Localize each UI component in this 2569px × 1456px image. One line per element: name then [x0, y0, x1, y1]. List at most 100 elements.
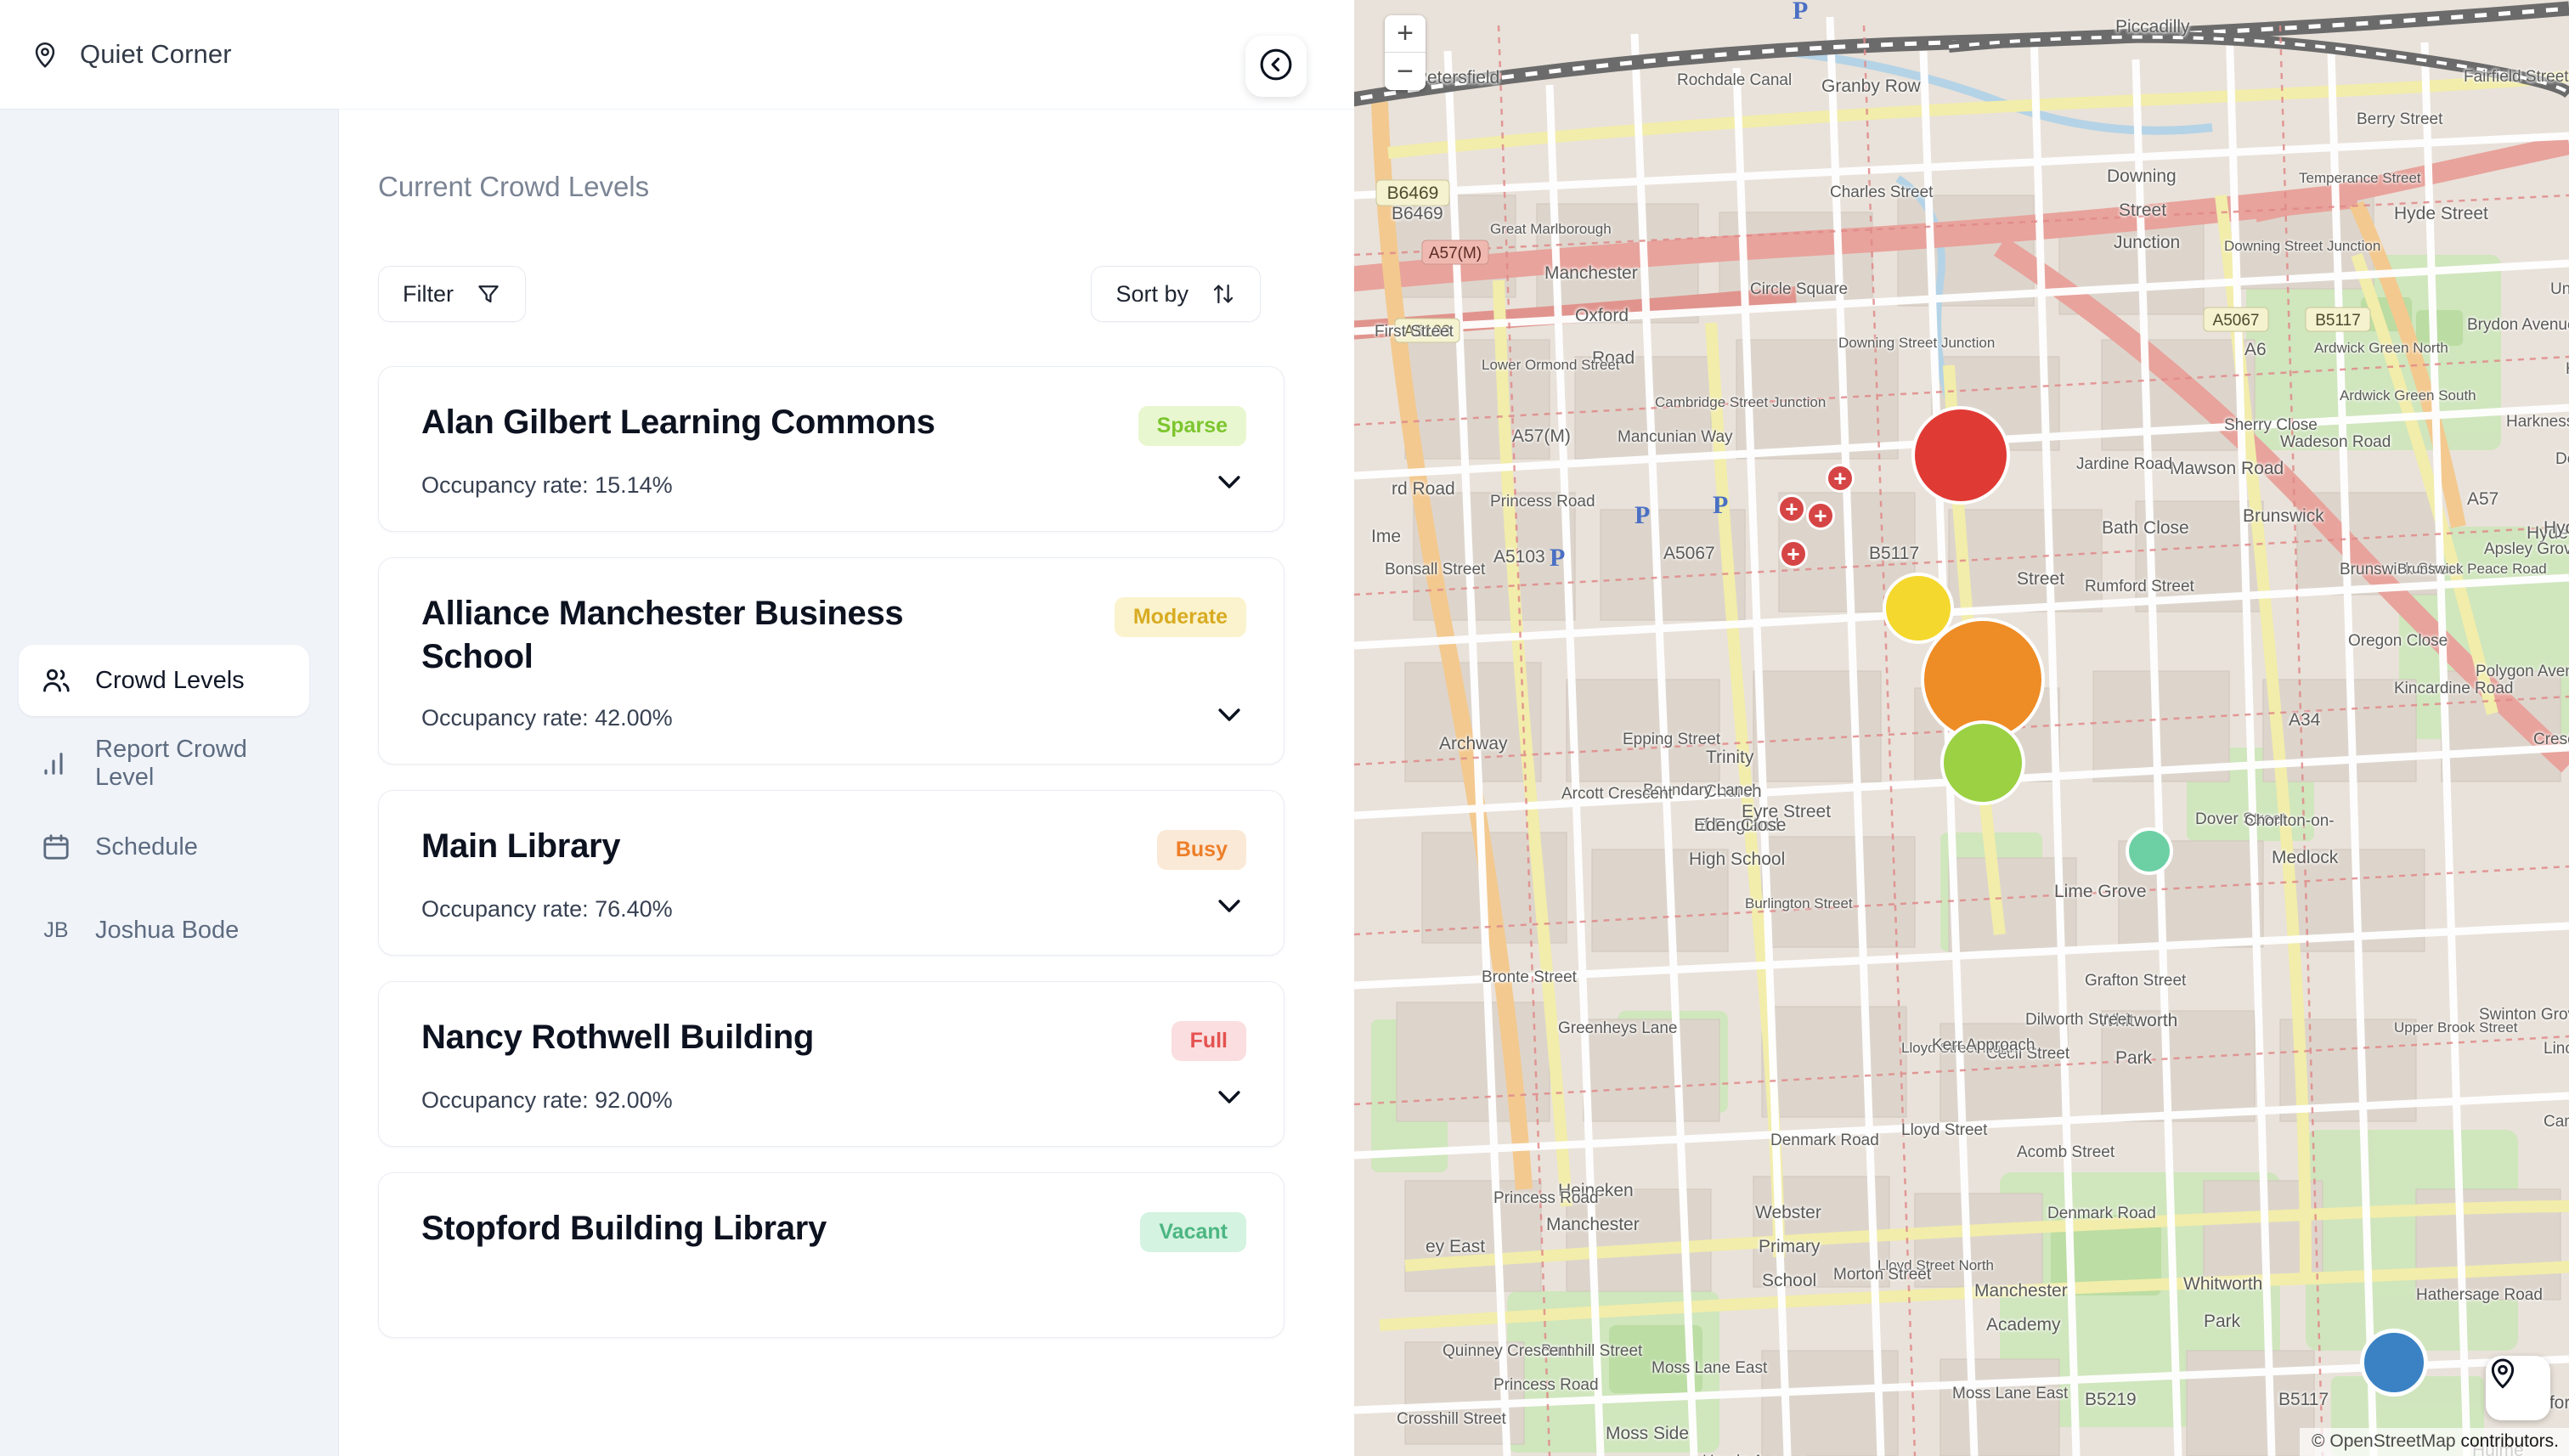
map-label: Downing Street Junction	[2224, 238, 2381, 254]
map-zoom-controls[interactable]: + −	[1385, 15, 1426, 90]
parking-marker: P	[1550, 544, 1566, 572]
map-label: Berry Street	[2357, 110, 2443, 128]
poi-marker[interactable]: +	[1806, 501, 1835, 530]
map-label: Apsley Grove	[2484, 540, 2569, 558]
poi-marker[interactable]: +	[1779, 539, 1808, 568]
page-title: Quiet Corner	[80, 39, 232, 69]
map-label: Junction	[2114, 233, 2181, 252]
map-label: Granby Row	[1821, 76, 1921, 96]
sidebar-item-user-profile[interactable]: JB Joshua Bode	[19, 894, 309, 966]
occupancy-rate: Occupancy rate: 92.00%	[421, 1087, 673, 1114]
chevron-down-icon[interactable]	[1212, 1080, 1246, 1114]
map-label: Arcott Crescent	[1561, 785, 1673, 803]
sidebar-item-label: Schedule	[95, 832, 198, 861]
map-label: Street	[2119, 200, 2167, 220]
section-title: Current Crowd Levels	[378, 171, 650, 202]
filter-button[interactable]: Filter	[378, 266, 526, 322]
crowd-level-card[interactable]: Nancy Rothwell Building Full Occupancy rat…	[378, 981, 1284, 1148]
list-controls: Filter Sort by	[378, 266, 1354, 322]
calendar-icon	[41, 832, 71, 862]
map-label: Denmark Road	[2047, 1205, 2156, 1222]
location-name: Alan Gilbert Learning Commons	[421, 404, 935, 441]
map-label: Lime Grove	[2054, 882, 2147, 901]
map-view[interactable]: B6469 A5067 B5117 A5103 A57(M) + − Peter…	[1354, 0, 2569, 1456]
map-label: Acomb Street	[2017, 1143, 2115, 1161]
map-label: Rochdale Canal	[1677, 71, 1793, 89]
card-header: Nancy Rothwell Building Full	[421, 1016, 1246, 1062]
map-label: Bath Close	[2102, 518, 2189, 538]
svg-text:B5117: B5117	[2315, 312, 2361, 330]
map-label: Downing	[2107, 166, 2177, 186]
map-label: Cambridge Road	[2544, 1113, 2569, 1131]
map-label: Princess Road	[1493, 1189, 1599, 1207]
crowd-map-marker[interactable]	[1911, 406, 2010, 505]
attribution-osm-link[interactable]: © OpenStreetMap	[2312, 1431, 2456, 1451]
crowd-level-card[interactable]: Alan Gilbert Learning Commons Sparse Occup…	[378, 366, 1284, 532]
map-label: Ime	[1371, 527, 1402, 546]
card-header: Alan Gilbert Learning Commons Sparse	[421, 401, 1246, 446]
chevron-down-icon[interactable]	[1212, 889, 1246, 923]
map-label: Lloyd Street	[1901, 1121, 1988, 1139]
map-label: Dolphin Street	[2555, 450, 2569, 468]
map-label: Brunswick Peace Road	[2397, 561, 2547, 577]
map-label: Temperance Street	[2299, 170, 2421, 186]
funnel-icon	[476, 281, 501, 307]
crowd-level-card[interactable]: Alliance Manchester Business School Moder…	[378, 557, 1284, 765]
map-label: Charles Street	[1830, 183, 1934, 201]
map-label: Moss Lane East	[1952, 1385, 2069, 1402]
map-label: Mawson Road	[2170, 459, 2284, 478]
collapse-panel-button[interactable]	[1245, 36, 1307, 97]
sidebar-item-report-crowd-level[interactable]: Report Crowd Level	[19, 728, 309, 799]
status-badge-wrap: Full	[1171, 1016, 1246, 1062]
crowd-map-marker[interactable]	[1940, 720, 2025, 805]
zoom-in-button[interactable]: +	[1385, 15, 1426, 53]
map-label: A6	[2244, 340, 2267, 359]
map-pin-icon	[31, 40, 59, 69]
sidebar-item-label: Joshua Bode	[95, 916, 240, 944]
map-label: Oxford	[1575, 306, 1629, 325]
map-label: Grafton Street	[2085, 972, 2187, 990]
crowd-level-card[interactable]: Stopford Building Library Vacant	[378, 1172, 1284, 1339]
map-label: B5117	[1869, 544, 1920, 563]
location-name: Main Library	[421, 827, 621, 866]
sort-by-button[interactable]: Sort by	[1091, 266, 1261, 322]
locate-me-button[interactable]	[2486, 1356, 2550, 1420]
card-footer: Occupancy rate: 42.00%	[421, 697, 1246, 731]
map-label: B5219	[2085, 1390, 2137, 1409]
svg-text:A57(M): A57(M)	[1429, 245, 1482, 262]
map-label: Manchester	[1974, 1281, 2068, 1301]
crowd-level-card[interactable]: Main Library Busy Occupancy rate: 76.40%	[378, 790, 1284, 957]
sort-by-button-label: Sort by	[1115, 280, 1189, 307]
chevron-down-icon[interactable]	[1212, 697, 1246, 731]
map-label: Union Street	[2550, 280, 2569, 298]
chevron-down-icon[interactable]	[1212, 465, 1246, 499]
bar-chart-icon	[41, 748, 71, 779]
app-root: Quiet Corner Crowd Levels Report Crowd L…	[0, 0, 2569, 1456]
map-label: Medlock	[2272, 848, 2339, 867]
zoom-out-button[interactable]: −	[1385, 53, 1426, 90]
map-label: Bronte Street	[1482, 968, 1577, 986]
parking-marker: P	[1635, 501, 1651, 529]
map-label: Whitworth	[2183, 1274, 2263, 1294]
crowd-map-marker[interactable]	[2126, 827, 2173, 875]
chevron-left-circle-icon	[1257, 46, 1295, 87]
map-label: Eyre Street	[1742, 802, 1832, 821]
location-name: Stopford Building Library	[421, 1210, 827, 1248]
sort-arrows-icon	[1211, 281, 1236, 307]
map-label: Crescent Range	[2533, 731, 2569, 748]
map-label: Swinton Grove	[2479, 1006, 2569, 1024]
poi-marker[interactable]: +	[1777, 494, 1806, 523]
map-label: First Street	[1375, 323, 1454, 341]
sidebar-item-crowd-levels[interactable]: Crowd Levels	[19, 645, 309, 716]
poi-marker[interactable]: +	[1826, 464, 1855, 493]
sidebar-item-label: Report Crowd Level	[95, 736, 247, 791]
map-label: Webster	[1755, 1203, 1821, 1222]
sidebar-item-schedule[interactable]: Schedule	[19, 811, 309, 883]
map-label: Polygon Avenue	[2476, 663, 2569, 680]
map-label: A57	[2467, 489, 2499, 509]
main-content: Current Crowd Levels Filter Sort by Alan…	[339, 109, 1354, 1456]
filter-button-label: Filter	[403, 280, 454, 307]
occupancy-rate: Occupancy rate: 42.00%	[421, 705, 673, 731]
map-label: Harkness Street	[2506, 413, 2569, 431]
map-label: Mancunian Way	[1618, 428, 1733, 446]
